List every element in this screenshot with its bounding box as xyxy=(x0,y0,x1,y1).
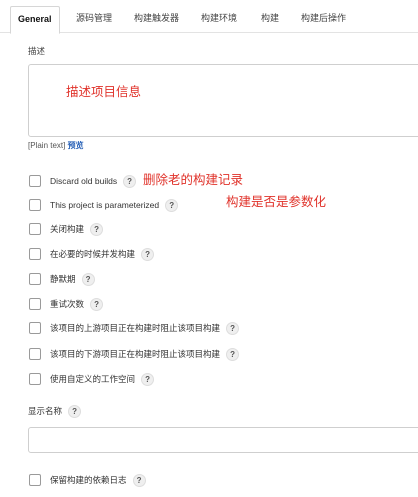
block-downstream-label: 该项目的下游项目正在构建时阻止该项目构建 xyxy=(50,348,221,359)
help-icon[interactable]: ? xyxy=(90,222,104,236)
option-block-downstream: 该项目的下游项目正在构建时阻止该项目构建 ? xyxy=(29,346,240,362)
description-annotation: 描述项目信息 xyxy=(66,85,142,99)
custom-workspace-label: 使用自定义的工作空间 xyxy=(50,373,136,384)
tab-build[interactable]: 构建 xyxy=(261,13,279,24)
block-upstream-label: 该项目的上游项目正在构建时阻止该项目构建 xyxy=(50,322,221,333)
parameterized-label: This project is parameterized xyxy=(50,199,160,210)
discard-old-builds-checkbox[interactable] xyxy=(29,175,41,187)
discard-old-builds-annotation: 删除老的构建记录 xyxy=(143,173,244,187)
help-icon[interactable]: ? xyxy=(68,404,82,418)
help-icon[interactable]: ? xyxy=(90,297,104,311)
help-icon[interactable]: ? xyxy=(165,198,179,212)
help-icon[interactable]: ? xyxy=(141,372,155,386)
display-name-header: 显示名称 ? xyxy=(28,404,82,418)
description-textarea[interactable]: 描述项目信息 xyxy=(28,64,418,137)
help-icon[interactable]: ? xyxy=(132,473,146,487)
concurrent-builds-label: 在必要的时候并发构建 xyxy=(50,248,136,259)
help-icon[interactable]: ? xyxy=(123,174,137,188)
quiet-period-label: 静默期 xyxy=(50,273,76,284)
keep-dependencies-label: 保留构建的依赖日志 xyxy=(50,474,127,485)
help-icon[interactable]: ? xyxy=(141,247,155,261)
option-keep-dependencies: 保留构建的依赖日志 ? xyxy=(29,472,146,488)
description-format-line: [Plain text] 预览 xyxy=(28,141,84,151)
parameterized-checkbox[interactable] xyxy=(29,199,41,211)
custom-workspace-checkbox[interactable] xyxy=(29,373,41,385)
option-block-upstream: 该项目的上游项目正在构建时阻止该项目构建 ? xyxy=(29,320,240,336)
disable-build-checkbox[interactable] xyxy=(29,223,41,235)
option-quiet-period: 静默期 ? xyxy=(29,271,95,287)
tab-source-code-management[interactable]: 源码管理 xyxy=(76,13,112,24)
retry-count-checkbox[interactable] xyxy=(29,298,41,310)
option-retry-count: 重试次数 ? xyxy=(29,296,104,312)
tab-build-environment[interactable]: 构建环境 xyxy=(201,13,237,24)
keep-dependencies-checkbox[interactable] xyxy=(29,474,41,486)
discard-old-builds-label: Discard old builds xyxy=(50,175,118,186)
option-custom-workspace: 使用自定义的工作空间 ? xyxy=(29,371,155,387)
quiet-period-checkbox[interactable] xyxy=(29,273,41,285)
option-concurrent-builds: 在必要的时候并发构建 ? xyxy=(29,246,155,262)
retry-count-label: 重试次数 xyxy=(50,298,85,309)
tab-build-triggers[interactable]: 构建触发器 xyxy=(134,13,179,24)
description-label: 描述 xyxy=(28,46,46,56)
tab-general[interactable]: General xyxy=(10,6,60,34)
display-name-label: 显示名称 xyxy=(28,405,63,416)
parameterized-annotation: 构建是否是参数化 xyxy=(226,195,327,209)
plain-text-format: [Plain text] xyxy=(28,141,66,150)
config-tab-bar: General 源码管理 构建触发器 构建环境 构建 构建后操作 xyxy=(0,0,418,34)
option-discard-old-builds: Discard old builds ? xyxy=(29,173,137,189)
disable-build-label: 关闭构建 xyxy=(50,223,85,234)
block-upstream-checkbox[interactable] xyxy=(29,322,41,334)
option-disable-build: 关闭构建 ? xyxy=(29,221,104,237)
help-icon[interactable]: ? xyxy=(226,321,240,335)
option-parameterized: This project is parameterized ? xyxy=(29,197,179,213)
display-name-input[interactable] xyxy=(28,427,418,453)
tab-post-build-actions[interactable]: 构建后操作 xyxy=(301,13,346,24)
preview-link[interactable]: 预览 xyxy=(68,141,84,150)
concurrent-builds-checkbox[interactable] xyxy=(29,248,41,260)
help-icon[interactable]: ? xyxy=(81,272,95,286)
block-downstream-checkbox[interactable] xyxy=(29,348,41,360)
help-icon[interactable]: ? xyxy=(226,347,240,361)
